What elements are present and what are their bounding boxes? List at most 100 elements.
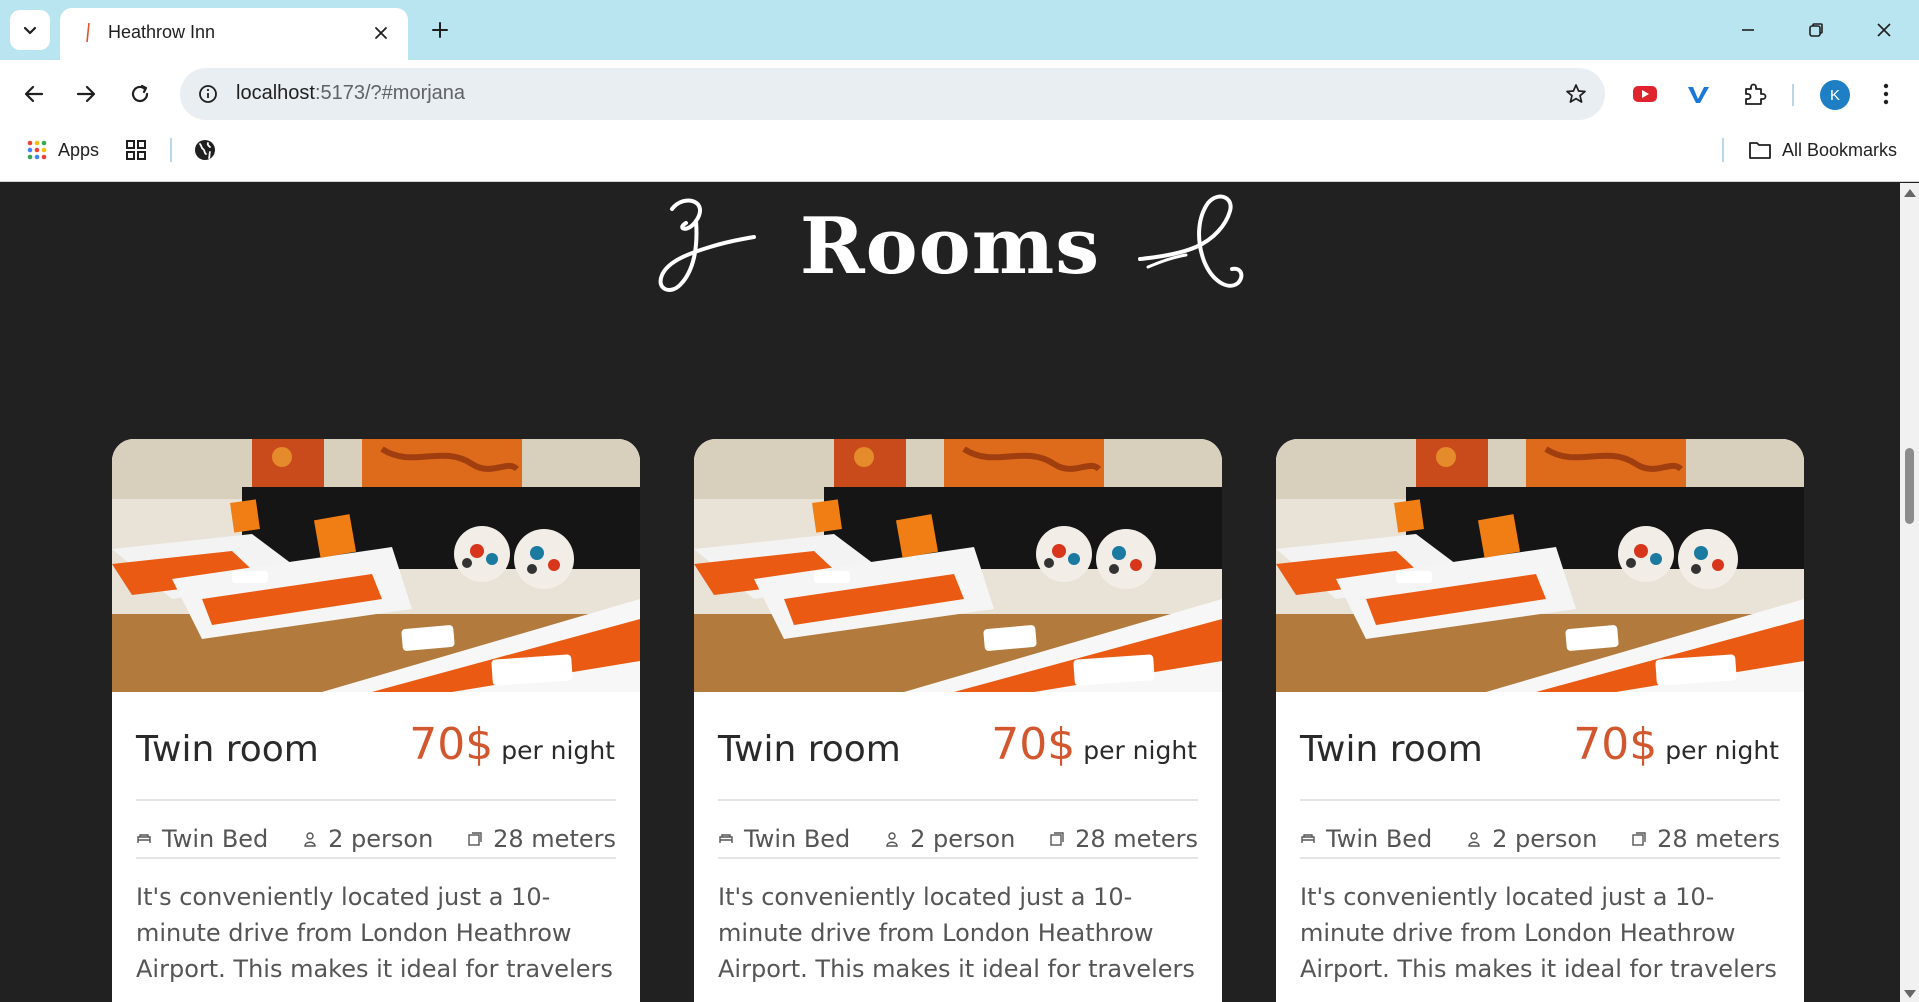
amenity-size-label: 28 meters <box>1657 825 1780 853</box>
amenity-bed-label: Twin Bed <box>162 825 269 853</box>
room-price: 70$ per night <box>409 719 615 770</box>
tab-search-button[interactable] <box>10 10 50 50</box>
close-window-button[interactable] <box>1862 10 1906 50</box>
address-bar[interactable]: localhost:5173/?#morjana <box>180 68 1605 120</box>
globe-icon[interactable] <box>192 137 218 163</box>
close-icon <box>1877 23 1891 37</box>
restore-button[interactable] <box>1794 10 1838 50</box>
card-divider <box>1300 799 1780 801</box>
right-flourish-icon <box>1138 194 1244 288</box>
site-info-button[interactable] <box>194 80 222 108</box>
favicon-icon <box>86 22 90 43</box>
puzzle-icon <box>1745 83 1767 105</box>
amenity-size-label: 28 meters <box>493 825 616 853</box>
bookmark-separator <box>170 138 172 162</box>
amenity-persons: 2 person <box>1466 825 1597 853</box>
room-description: It's conveniently located just a 10-minu… <box>136 883 613 983</box>
price-unit: per night <box>1665 736 1779 765</box>
room-card[interactable]: Twin room 70$ per night Twin Bed 2 perso… <box>1276 439 1804 1002</box>
bookmark-apps[interactable]: Apps <box>26 136 99 164</box>
url-host: localhost <box>236 82 315 104</box>
room-amenities: Twin Bed 2 person 28 meters <box>718 825 1198 853</box>
forward-icon <box>76 85 96 103</box>
all-bookmarks-button[interactable]: All Bookmarks <box>1748 136 1897 164</box>
scroll-up-arrow-icon[interactable] <box>1904 189 1916 197</box>
price-unit: per night <box>501 736 615 765</box>
room-description: It's conveniently located just a 10-minu… <box>718 883 1195 983</box>
person-icon <box>1468 832 1480 847</box>
forward-button[interactable] <box>66 74 106 114</box>
price-value: 70$ <box>409 719 494 770</box>
room-photo <box>694 439 1222 692</box>
tab-groups-icon[interactable] <box>124 138 148 162</box>
price-unit: per night <box>1083 736 1197 765</box>
card-divider <box>718 799 1198 801</box>
amenity-size: 28 meters <box>467 825 616 853</box>
tab-strip: Heathrow Inn <box>0 0 1919 60</box>
apps-grid-icon <box>27 140 47 160</box>
area-icon <box>468 832 482 846</box>
close-icon <box>375 27 387 39</box>
page-scrollbar[interactable] <box>1900 183 1919 1002</box>
profile-avatar[interactable]: K <box>1820 80 1850 110</box>
amenity-persons-label: 2 person <box>910 825 1016 853</box>
room-amenities: Twin Bed 2 person 28 meters <box>1300 825 1780 853</box>
all-bookmarks-label: All Bookmarks <box>1782 139 1898 160</box>
bed-icon <box>137 834 151 843</box>
amenity-size: 28 meters <box>1049 825 1198 853</box>
minimize-button[interactable] <box>1726 10 1770 50</box>
bookmark-separator <box>1722 138 1724 162</box>
area-icon <box>1632 832 1646 846</box>
room-photo <box>1276 439 1804 692</box>
kebab-icon <box>1883 83 1889 105</box>
room-card[interactable]: Twin room 70$ per night Twin Bed 2 perso… <box>694 439 1222 1002</box>
scrollbar-thumb[interactable] <box>1905 448 1914 524</box>
room-description: It's conveniently located just a 10-minu… <box>1300 883 1777 983</box>
extensions-button[interactable] <box>1738 78 1770 110</box>
url-text: localhost:5173/?#morjana <box>236 82 465 105</box>
minimize-icon <box>1742 29 1754 31</box>
card-divider <box>136 799 616 801</box>
reload-icon <box>131 84 149 103</box>
new-tab-button[interactable] <box>424 14 456 46</box>
amenity-persons: 2 person <box>884 825 1015 853</box>
price-value: 70$ <box>991 719 1076 770</box>
card-divider <box>718 857 1198 859</box>
folder-icon <box>1749 142 1771 159</box>
info-icon <box>199 85 217 103</box>
card-divider <box>1300 857 1780 859</box>
close-tab-button[interactable] <box>370 22 392 44</box>
room-price: 70$ per night <box>991 719 1197 770</box>
amenity-bed: Twin Bed <box>718 825 850 853</box>
card-divider <box>136 857 616 859</box>
chevron-down-icon <box>23 26 37 35</box>
browser-menu-button[interactable] <box>1874 78 1898 110</box>
youtube-extension-button[interactable] <box>1629 78 1661 110</box>
scroll-down-arrow-icon[interactable] <box>1904 990 1916 998</box>
amenity-bed: Twin Bed <box>1300 825 1432 853</box>
bookmark-star-button[interactable] <box>1563 81 1589 107</box>
amenity-persons: 2 person <box>302 825 433 853</box>
person-icon <box>886 832 898 847</box>
room-title: Twin room <box>136 729 319 770</box>
vimeo-extension-icon <box>1688 87 1709 103</box>
back-icon <box>24 85 44 103</box>
active-tab[interactable]: Heathrow Inn <box>60 8 408 60</box>
back-button[interactable] <box>14 74 54 114</box>
room-amenities: Twin Bed 2 person 28 meters <box>136 825 616 853</box>
room-photo <box>112 439 640 692</box>
reload-button[interactable] <box>120 74 160 114</box>
room-card[interactable]: Twin room 70$ per night Twin Bed 2 perso… <box>112 439 640 1002</box>
page-viewport: Rooms Twin room 70$ per night Twin Bed 2… <box>0 183 1900 1002</box>
bed-icon <box>719 834 733 843</box>
bookmark-apps-label: Apps <box>58 139 100 160</box>
toolbar-separator <box>1792 84 1794 106</box>
vimeo-extension-button[interactable] <box>1682 78 1714 110</box>
amenity-size: 28 meters <box>1631 825 1780 853</box>
amenity-bed-label: Twin Bed <box>744 825 851 853</box>
room-title: Twin room <box>1300 729 1483 770</box>
person-icon <box>304 832 316 847</box>
room-price: 70$ per night <box>1573 719 1779 770</box>
star-icon <box>1566 84 1586 103</box>
rooms-heading: Rooms <box>0 183 1900 313</box>
